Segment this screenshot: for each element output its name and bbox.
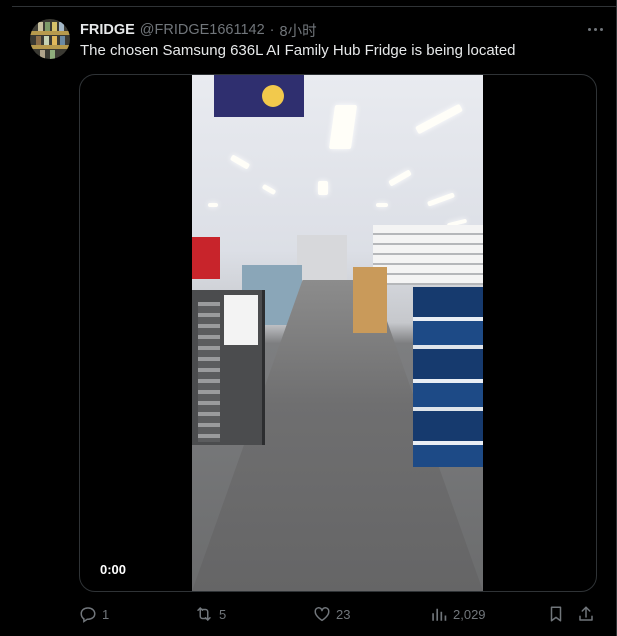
repost-count: 5 — [219, 606, 227, 622]
share-button[interactable] — [577, 603, 595, 625]
ceiling-light — [208, 203, 218, 207]
view-count: 2,029 — [453, 606, 486, 622]
divider — [12, 6, 617, 7]
cardboard-boxes — [353, 267, 387, 333]
avatar-product — [50, 50, 55, 59]
reply-count: 1 — [102, 606, 110, 622]
author-name[interactable]: FRIDGE — [80, 22, 135, 38]
avatar-product — [44, 36, 49, 45]
views-button[interactable]: 2,029 — [430, 603, 486, 625]
repost-button[interactable]: 5 — [194, 603, 226, 625]
ceiling-light — [229, 154, 251, 170]
post-time[interactable]: 8小时 — [280, 20, 317, 41]
banner-logo — [262, 85, 284, 107]
analytics-icon — [430, 605, 448, 623]
ceiling-light — [388, 169, 412, 187]
bookmark-icon — [547, 605, 565, 623]
avatar[interactable] — [30, 19, 70, 59]
like-button[interactable]: 23 — [313, 603, 350, 625]
author-handle[interactable]: @FRIDGE1661142 — [140, 22, 265, 38]
tweet-text: The chosen Samsung 636L AI Family Hub Fr… — [80, 42, 516, 59]
avatar-product — [52, 22, 57, 31]
counter-sign — [224, 295, 258, 345]
reply-icon — [79, 605, 97, 623]
store-banner — [214, 75, 304, 117]
avatar-product — [40, 50, 45, 59]
avatar-shelf — [30, 45, 70, 49]
ceiling-light — [318, 181, 328, 195]
store-counter — [192, 290, 265, 445]
ceiling-light — [426, 192, 456, 207]
video-player[interactable]: 0:00 — [79, 74, 597, 592]
product-boxes — [413, 287, 483, 467]
ceiling-light — [328, 105, 358, 149]
avatar-product — [36, 36, 41, 45]
ceiling-light — [415, 103, 463, 135]
bookmark-button[interactable] — [547, 603, 565, 625]
heart-icon — [313, 605, 331, 623]
ceiling-light — [261, 183, 277, 196]
more-button[interactable] — [588, 20, 603, 38]
avatar-product — [60, 36, 65, 45]
avatar-product — [38, 22, 43, 31]
action-bar: 1 5 23 2,029 — [79, 603, 595, 625]
header-separator: · — [269, 22, 275, 38]
avatar-product — [59, 22, 64, 31]
avatar-product — [52, 36, 57, 45]
ceiling-light — [376, 203, 388, 207]
video-frame[interactable] — [192, 75, 483, 591]
tweet-page: FRIDGE @FRIDGE1661142 · 8小时 The chosen S… — [0, 0, 617, 636]
reply-button[interactable]: 1 — [79, 603, 109, 625]
repost-icon — [194, 605, 214, 623]
share-icon — [577, 605, 595, 623]
avatar-product — [45, 22, 50, 31]
like-count: 23 — [336, 606, 351, 622]
tweet-header: FRIDGE @FRIDGE1661142 · 8小时 — [80, 20, 317, 40]
red-promo-sign — [192, 237, 220, 279]
store-shelves — [373, 225, 483, 285]
counter-slats — [198, 302, 220, 442]
more-horizontal-icon — [588, 27, 603, 31]
store-back-wall — [297, 235, 347, 280]
video-timestamp[interactable]: 0:00 — [100, 562, 126, 577]
avatar-shelf — [30, 31, 70, 35]
